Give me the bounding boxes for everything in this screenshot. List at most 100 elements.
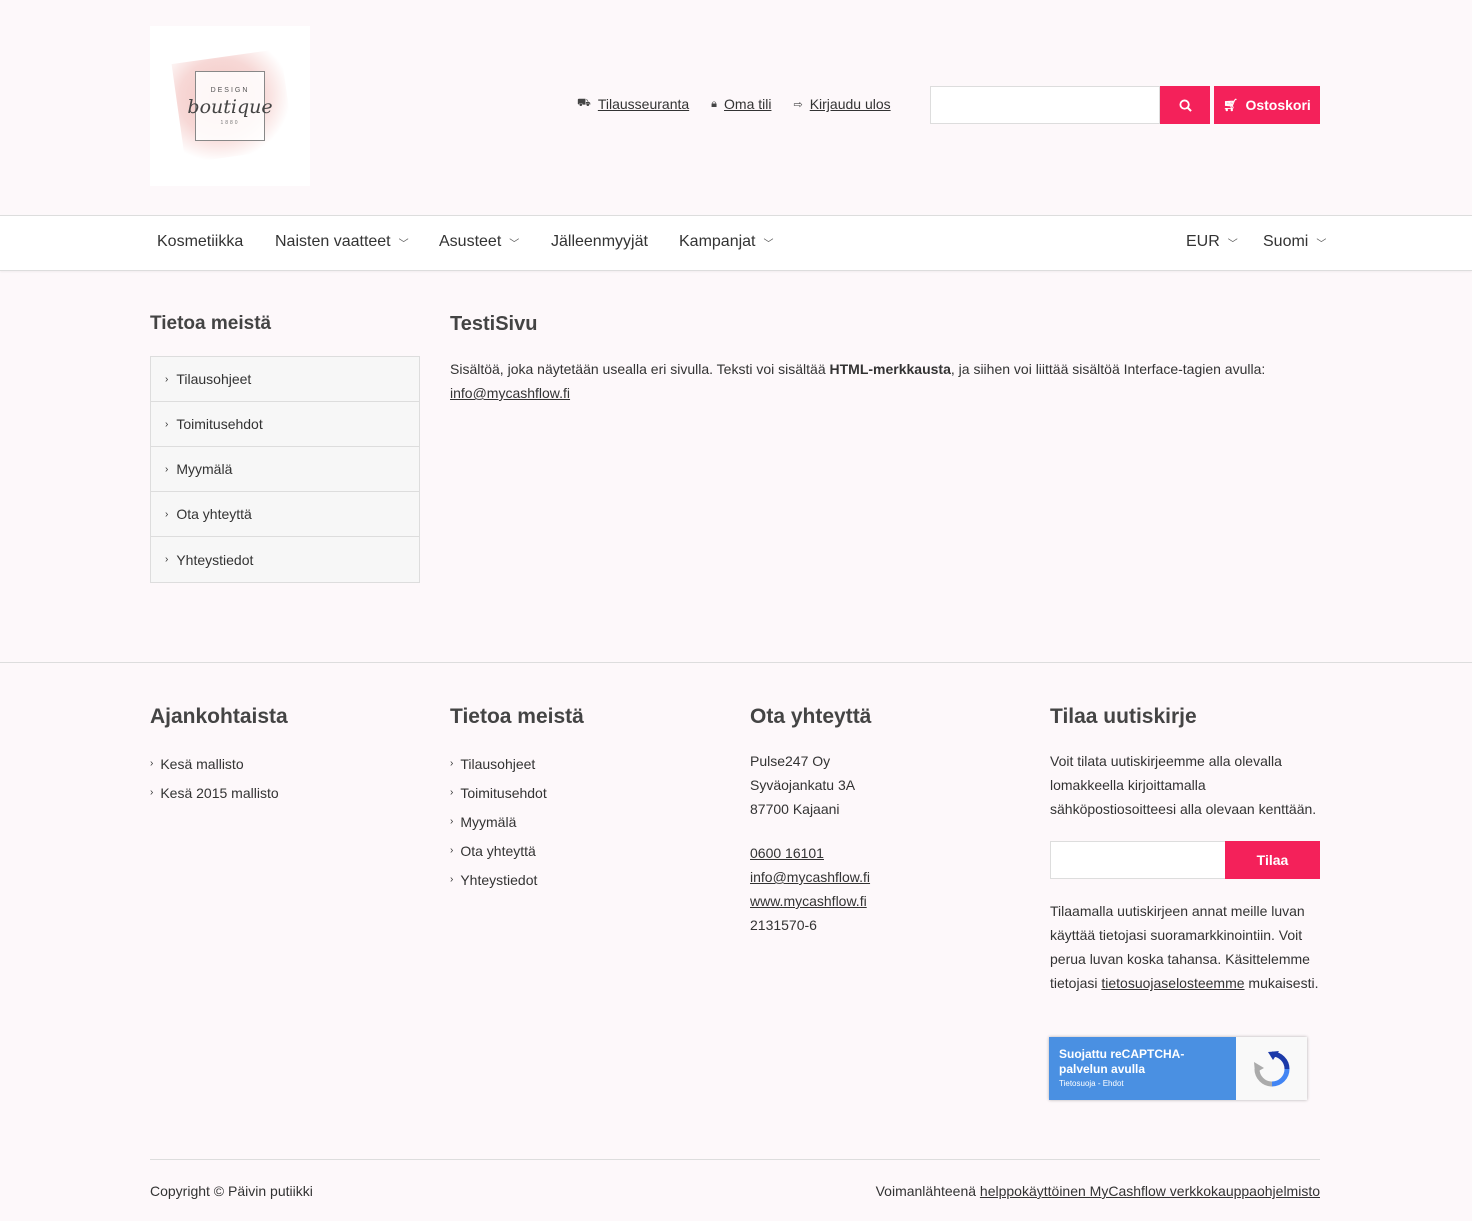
page-body: Sisältöä, joka näytetään usealla eri siv…: [450, 357, 1320, 405]
nav-item-naisten-vaatteet[interactable]: Naisten vaatteet ﹀: [275, 233, 409, 251]
chevron-right-icon: ›: [450, 874, 454, 885]
newsletter-text: Voit tilata uutiskirjeemme alla olevalla…: [1050, 753, 1317, 817]
chevron-right-icon: ›: [450, 787, 454, 798]
cart-label: Ostoskori: [1245, 97, 1311, 113]
footer-news-title: Ajankohtaista: [150, 705, 288, 728]
sidebar-item-toimitusehdot[interactable]: › Toimitusehdot: [151, 402, 419, 447]
body-text: , ja siihen voi liittää sisältöä Interfa…: [950, 361, 1266, 377]
footer-link-label: Kesä 2015 mallisto: [160, 784, 279, 801]
powered-link[interactable]: helppokäyttöinen MyCashflow verkkokauppa…: [980, 1183, 1320, 1199]
nav-item-label: Naisten vaatteet: [275, 233, 391, 250]
sidebar-item-label: Ota yhteyttä: [176, 506, 252, 522]
recaptcha-logo: [1236, 1037, 1307, 1100]
toplink-account[interactable]: 🔒︎ Oma tili: [711, 96, 771, 112]
footer-link-label: Yhteystiedot: [460, 871, 538, 888]
sidebar-item-myymala[interactable]: › Myymälä: [151, 447, 419, 492]
chevron-down-icon: ﹀: [763, 238, 774, 250]
email-link[interactable]: info@mycashflow.fi: [750, 865, 870, 889]
toplink-label[interactable]: Tilausseuranta: [598, 96, 689, 112]
chevron-down-icon: ﹀: [1316, 238, 1327, 250]
sidebar-item-yhteystiedot[interactable]: › Yhteystiedot: [151, 537, 419, 582]
footer-about-item[interactable]: › Toimitusehdot: [450, 778, 547, 807]
nav-item-label: Jälleenmyyjät: [551, 233, 648, 250]
chevron-right-icon: ›: [150, 758, 154, 769]
logo-frame: DESIGN boutique 1880: [187, 71, 273, 141]
page-title: TestiSivu: [450, 313, 538, 335]
currency-label: EUR: [1186, 233, 1220, 250]
sidebar-item-tilausohjeet[interactable]: › Tilausohjeet: [151, 357, 419, 402]
privacy-policy-link[interactable]: tietosuojaselosteemme: [1101, 975, 1244, 991]
site-logo[interactable]: DESIGN boutique 1880: [150, 26, 310, 186]
nav-item-kampanjat[interactable]: Kampanjat ﹀: [679, 233, 774, 251]
logo-line2: boutique: [187, 95, 273, 118]
chevron-right-icon: ›: [165, 418, 169, 430]
chevron-right-icon: ›: [150, 787, 154, 798]
nav-item-kosmetiikka[interactable]: Kosmetiikka: [157, 233, 243, 251]
search-input[interactable]: [930, 86, 1160, 124]
sidebar-item-label: Tilausohjeet: [176, 371, 252, 387]
sidebar-item-label: Toimitusehdot: [176, 416, 263, 432]
toplink-label[interactable]: Kirjaudu ulos: [810, 96, 891, 112]
company-name: Pulse247 Oy: [750, 753, 831, 769]
copyright: Copyright © Päivin putiikki: [150, 1183, 313, 1199]
nav-item-jalleenmyyjat[interactable]: Jälleenmyyjät: [551, 233, 648, 251]
toplink-label[interactable]: Oma tili: [724, 96, 771, 112]
footer-link-label: Tilausohjeet: [460, 755, 536, 772]
footer-news-item[interactable]: › Kesä mallisto: [150, 749, 279, 778]
chevron-right-icon: ›: [165, 554, 169, 565]
footer-about-item[interactable]: › Yhteystiedot: [450, 865, 547, 894]
email-link[interactable]: info@mycashflow.fi: [450, 385, 570, 401]
nav-item-asusteet[interactable]: Asusteet ﹀: [439, 233, 519, 251]
footer-divider: [150, 1159, 1320, 1160]
chevron-down-icon: ﹀: [398, 238, 409, 250]
chevron-right-icon: ›: [165, 373, 169, 385]
search-button[interactable]: [1160, 86, 1210, 124]
lock-icon: 🔒︎: [711, 97, 718, 110]
recaptcha-text: Suojattu reCAPTCHA-palvelun avulla Tieto…: [1049, 1037, 1236, 1100]
body-bold-text: HTML-merkkausta: [829, 361, 951, 377]
business-id: 2131570-6: [750, 917, 817, 933]
recaptcha-badge[interactable]: Suojattu reCAPTCHA-palvelun avulla Tieto…: [1049, 1037, 1307, 1100]
footer-link-label: Myymälä: [460, 813, 517, 830]
chevron-down-icon: ﹀: [1227, 238, 1238, 250]
newsletter-subscribe-button[interactable]: Tilaa: [1225, 841, 1320, 879]
footer-newsletter-title: Tilaa uutiskirje: [1050, 705, 1197, 728]
currency-select[interactable]: EUR ﹀: [1186, 233, 1238, 251]
footer-link-label: Toimitusehdot: [460, 784, 547, 801]
chevron-right-icon: ›: [165, 508, 169, 520]
footer-about-title: Tietoa meistä: [450, 705, 584, 728]
footer-link-label: Ota yhteyttä: [460, 842, 536, 859]
footer-about-item[interactable]: › Ota yhteyttä: [450, 836, 547, 865]
phone-link[interactable]: 0600 16101: [750, 841, 870, 865]
newsletter-email-input[interactable]: [1050, 841, 1226, 879]
nav-item-label: Asusteet: [439, 233, 502, 250]
cart-button[interactable]: 🛒︎ Ostoskori: [1214, 86, 1320, 124]
city-address: 87700 Kajaani: [750, 801, 840, 817]
footer-news-item[interactable]: › Kesä 2015 mallisto: [150, 778, 279, 807]
chevron-right-icon: ›: [165, 463, 169, 475]
newsletter-consent: Tilaamalla uutiskirjeen annat meille luv…: [1050, 899, 1320, 995]
street-address: Syväojankatu 3A: [750, 777, 856, 793]
powered-text: Voimanlähteenä: [875, 1183, 980, 1199]
recaptcha-main-text: Suojattu reCAPTCHA-palvelun avulla: [1059, 1047, 1185, 1076]
logo-line3: 1880: [220, 119, 240, 126]
sign-out-icon: ⇨: [793, 98, 803, 111]
footer-link-label: Kesä mallisto: [160, 755, 244, 772]
footer-about-item[interactable]: › Tilausohjeet: [450, 749, 547, 778]
nav-item-label: Kampanjat: [679, 233, 756, 250]
body-text: Sisältöä, joka näytetään usealla eri siv…: [450, 361, 830, 377]
chevron-down-icon: ﹀: [509, 238, 520, 250]
sidebar-menu: › Tilausohjeet › Toimitusehdot › Myymälä…: [150, 356, 420, 583]
toplink-order-tracking[interactable]: ⛟ Tilausseuranta: [577, 96, 689, 112]
language-label: Suomi: [1263, 233, 1309, 250]
footer: Ajankohtaista › Kesä mallisto › Kesä 2015 …: [0, 662, 1472, 1221]
toplink-logout[interactable]: ⇨ Kirjaudu ulos: [793, 96, 890, 112]
recaptcha-links[interactable]: Tietosuoja - Ehdot: [1059, 1079, 1226, 1088]
consent-text: mukaisesti.: [1244, 975, 1319, 991]
footer-about-item[interactable]: › Myymälä: [450, 807, 547, 836]
language-select[interactable]: Suomi ﹀: [1263, 233, 1326, 251]
sidebar-item-ota-yhteytta[interactable]: › Ota yhteyttä: [151, 492, 419, 537]
website-link[interactable]: www.mycashflow.fi: [750, 889, 870, 913]
search-icon: [1178, 98, 1192, 112]
nav-item-label: Kosmetiikka: [157, 233, 244, 250]
